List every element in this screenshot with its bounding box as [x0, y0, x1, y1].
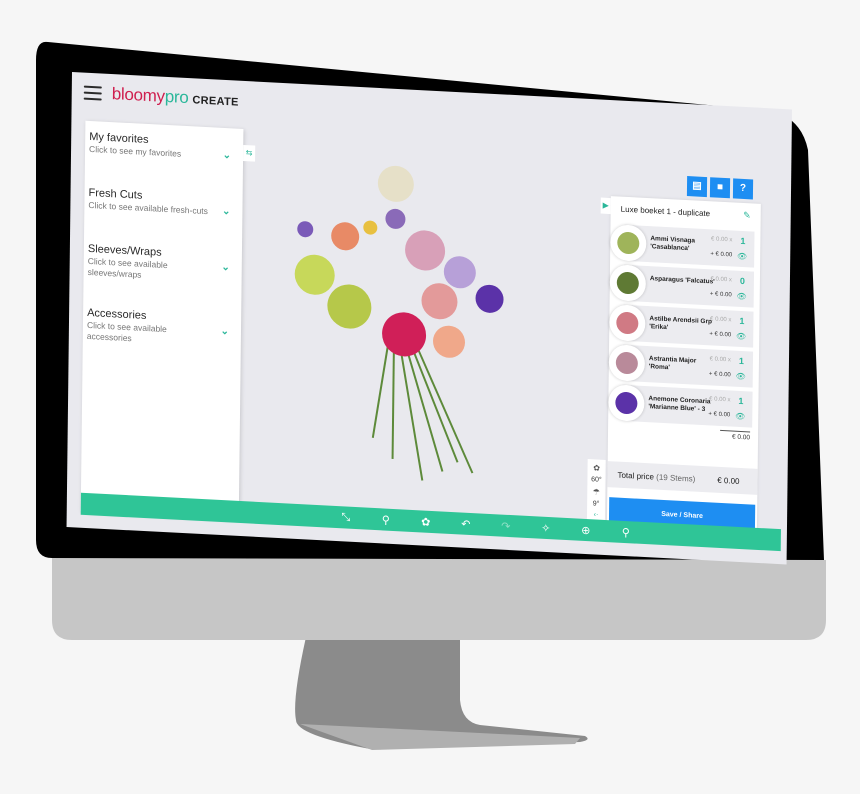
chevron-down-icon[interactable]: ⌄	[221, 262, 230, 273]
unit-price: € 0.00 x	[710, 276, 732, 284]
subtotal: € 0.00	[719, 429, 751, 442]
flower-image	[616, 271, 639, 295]
flower	[443, 256, 476, 289]
flower-thumbnail	[608, 384, 645, 422]
magic-wand-icon[interactable]: ✧	[539, 521, 553, 535]
tilt-icon[interactable]: ☂	[587, 487, 605, 497]
unit-price: € 0.00 x	[710, 316, 732, 324]
chevron-down-icon[interactable]: ⌄	[223, 150, 232, 161]
undo-icon[interactable]: ↶	[459, 517, 473, 531]
added-price: + € 0.00	[709, 291, 732, 299]
panel-header: Luxe boeket 1 - duplicate ✎	[611, 196, 761, 228]
total-label: Total price	[617, 470, 655, 481]
eye-icon[interactable]: 👁	[735, 412, 745, 422]
quantity[interactable]: 1	[739, 356, 744, 366]
added-price: + € 0.00	[709, 331, 732, 339]
flower-list-item[interactable]: Asparagus 'Falcatus' € 0.00 x 0 + € 0.00…	[609, 264, 755, 308]
flower-thumbnail	[608, 344, 646, 382]
chat-icon[interactable]: ▤	[686, 176, 708, 198]
flower	[377, 165, 414, 202]
swap-arrows-icon[interactable]: ⇆	[243, 144, 256, 162]
help-icon[interactable]: ?	[732, 178, 754, 200]
menu-icon[interactable]	[83, 85, 102, 101]
sidebar-item-subtitle: Click to see available sleeves/wraps	[87, 255, 168, 280]
eye-icon[interactable]: 👁	[737, 292, 747, 302]
quantity[interactable]: 1	[738, 396, 743, 406]
flower	[297, 221, 314, 238]
flower-name: Asparagus 'Falcatus'	[649, 275, 715, 286]
added-price: + € 0.00	[708, 411, 731, 419]
quantity[interactable]: 1	[739, 316, 744, 326]
comments-icon[interactable]: ■	[709, 177, 731, 199]
eye-icon[interactable]: 👁	[737, 252, 747, 262]
total-stems: (19 Stems)	[656, 472, 696, 484]
edit-icon[interactable]: ✎	[743, 209, 751, 220]
crosshair-icon[interactable]: ⊕	[579, 523, 593, 537]
flower-thumbnail	[610, 224, 647, 262]
zoom-icon[interactable]: ⚲	[619, 525, 633, 539]
flower	[421, 283, 458, 320]
sidebar-item-accessories[interactable]: Accessories Click to see available acces…	[83, 297, 242, 369]
sidebar-item-subtitle: Click to see available accessories	[86, 319, 167, 344]
sidebar: My favorites Click to see my favorites ⌄…	[80, 120, 244, 519]
chevron-down-icon[interactable]: ⌄	[221, 326, 230, 337]
flower-image	[615, 391, 638, 415]
stem-add-icon[interactable]: ⚲	[379, 513, 393, 527]
flower-list-item[interactable]: Ammi Visnaga 'Casablanca' € 0.00 x 1 + €…	[610, 224, 755, 268]
flower	[294, 254, 335, 295]
flower	[327, 284, 372, 329]
quantity[interactable]: 1	[740, 236, 745, 246]
unit-price: € 0.00 x	[709, 356, 731, 364]
app-screen: bloomypro CREATE My favorites Click to se…	[66, 72, 793, 565]
angle-value-2[interactable]: 9°	[587, 500, 605, 508]
top-right-actions: ▤ ■ ?	[686, 176, 754, 200]
flower	[385, 208, 406, 229]
flower	[405, 230, 446, 271]
flower-image	[617, 231, 640, 255]
angle-value-1[interactable]: 60°	[587, 476, 605, 484]
monitor-chin	[52, 558, 826, 640]
sidebar-item-sleeves-wraps[interactable]: Sleeves/Wraps Click to see available sle…	[83, 233, 242, 305]
flower	[475, 284, 504, 313]
total-row: Total price (19 Stems) € 0.00	[607, 461, 758, 495]
flower-thumbnail	[609, 304, 646, 342]
eye-icon[interactable]: 👁	[736, 372, 746, 382]
added-price: + € 0.00	[708, 371, 731, 379]
added-price: + € 0.00	[710, 251, 733, 259]
flower-thumbnail	[609, 264, 647, 302]
quantity[interactable]: 0	[740, 276, 745, 286]
redo-icon[interactable]: ↷	[499, 519, 513, 533]
flower-list-item[interactable]: Anemone Coronaria 'Marianne Blue' - 3 € …	[608, 384, 753, 428]
bouquet-panel: ▶ Luxe boeket 1 - duplicate ✎ Ammi Visna…	[600, 196, 761, 539]
chevron-down-icon[interactable]: ⌄	[222, 206, 231, 217]
stem-path-icon[interactable]: ⤡	[339, 511, 353, 525]
app-logo: bloomypro CREATE	[112, 84, 239, 111]
eye-icon[interactable]: 👁	[736, 332, 746, 342]
flower	[432, 325, 466, 358]
logo-create: CREATE	[192, 94, 239, 109]
flower-select-icon[interactable]: ✿	[419, 515, 433, 529]
logo-bloomy: bloomy	[111, 84, 165, 106]
collapse-icon[interactable]: ‹·	[587, 511, 605, 519]
play-icon[interactable]: ▶	[600, 197, 611, 215]
flower-image	[615, 351, 638, 375]
sidebar-item-favorites[interactable]: My favorites Click to see my favorites ⌄	[85, 121, 244, 185]
logo-pro: pro	[164, 86, 189, 108]
flower-list-item[interactable]: Astrantia Major 'Roma' € 0.00 x 1 + € 0.…	[608, 344, 754, 388]
sidebar-item-fresh-cuts[interactable]: Fresh Cuts Click to see available fresh-…	[84, 177, 243, 241]
total-value: € 0.00	[717, 475, 740, 486]
bouquet-preview[interactable]	[272, 153, 526, 496]
flower-list-item[interactable]: Astilbe Arendsii Grp 'Erika' € 0.00 x 1 …	[609, 304, 754, 348]
bouquet-title[interactable]: Luxe boeket 1 - duplicate	[621, 204, 711, 218]
rotate-icon[interactable]: ✿	[588, 463, 606, 473]
unit-price: € 0.00 x	[710, 236, 733, 244]
flower	[363, 220, 378, 235]
unit-price: € 0.00 x	[709, 396, 731, 404]
flower	[331, 222, 360, 251]
flower-image	[616, 311, 639, 335]
